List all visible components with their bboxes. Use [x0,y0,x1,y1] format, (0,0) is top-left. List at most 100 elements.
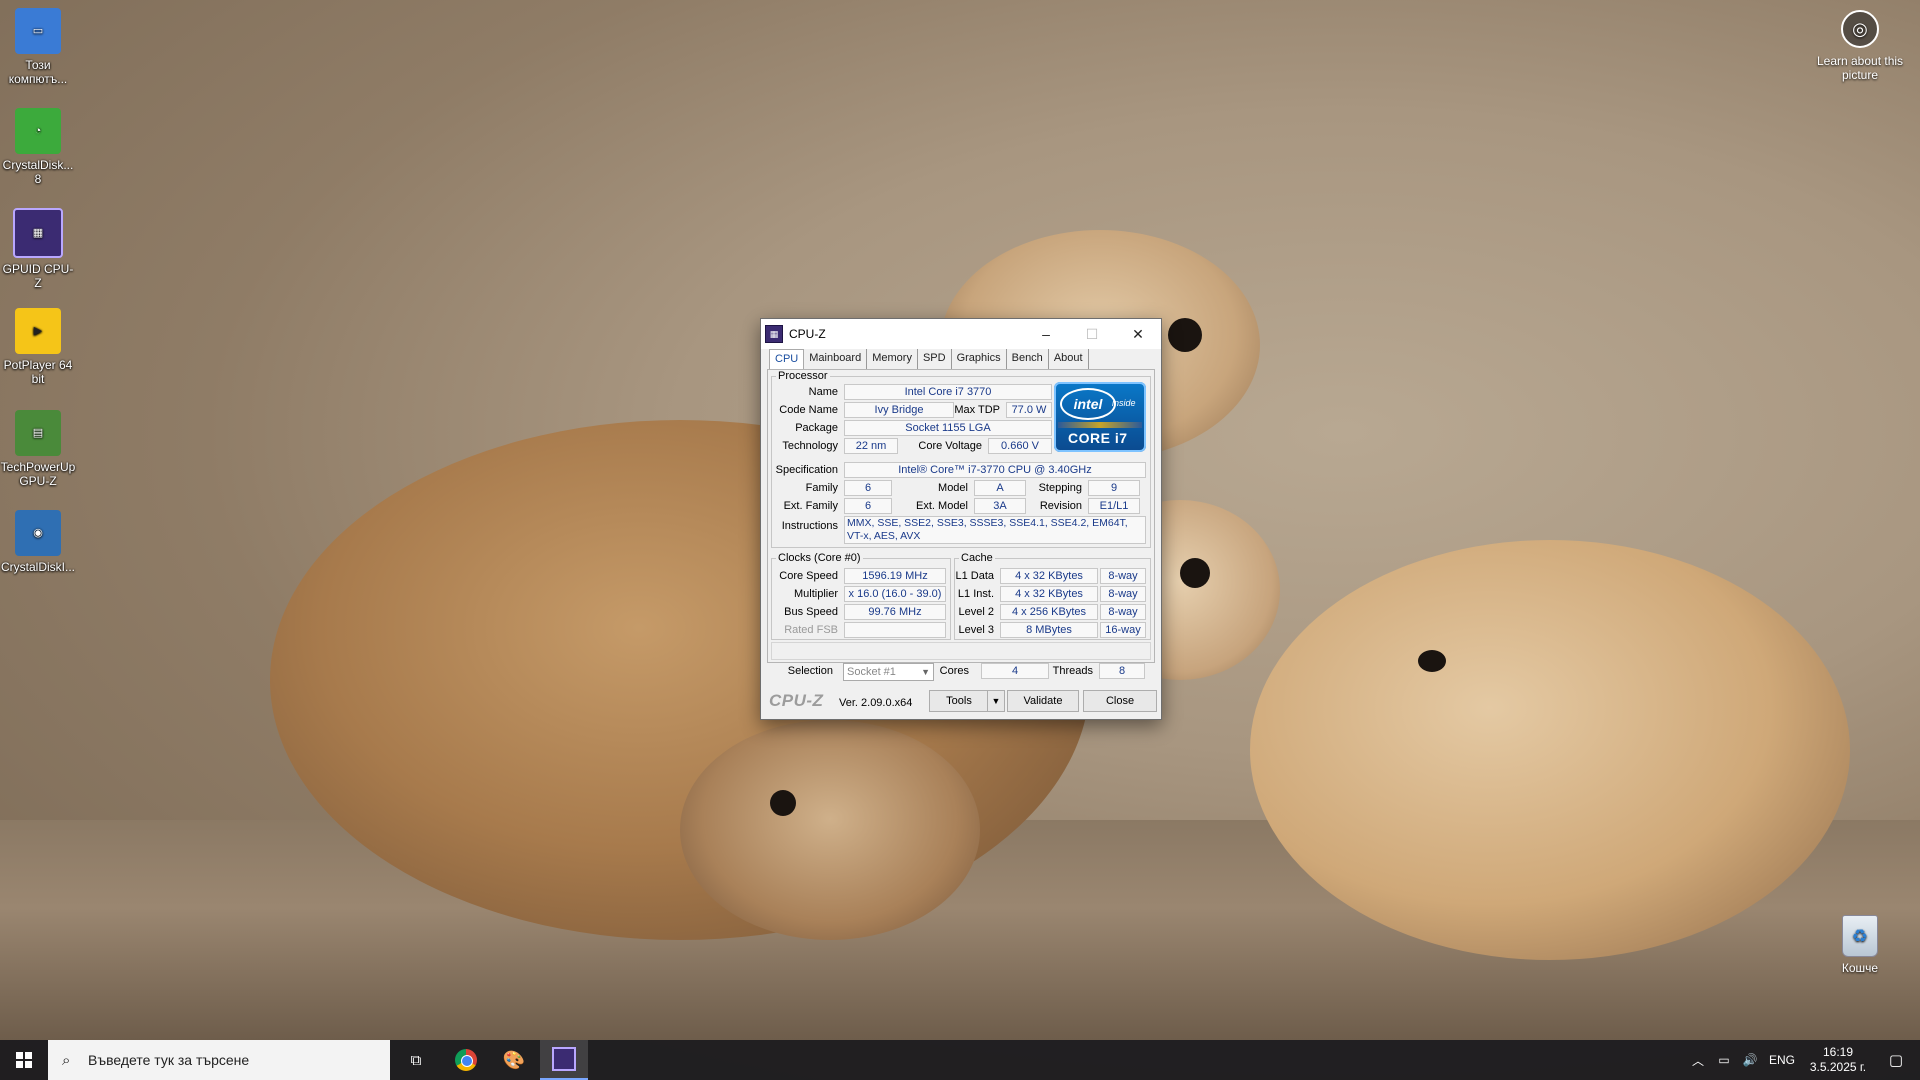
learn-about-label: Learn about this picture [1816,54,1904,82]
threads-value: 8 [1099,663,1145,679]
window-titlebar[interactable]: ▦ CPU-Z – ☐ ✕ [761,319,1161,349]
tab-cpu[interactable]: CPU [769,349,805,370]
learn-about-picture[interactable]: ◎ Learn about this picture [1810,10,1910,82]
desktop-icon-cpuz[interactable]: ▦ GPUID CPU-Z [0,208,76,290]
corevoltage-label: Core Voltage [918,440,982,452]
tab-bench[interactable]: Bench [1007,349,1049,369]
network-icon: ▭ [1718,1053,1730,1067]
taskbar-chrome[interactable] [442,1040,490,1080]
specification-label: Specification [775,464,838,476]
desktop-icon-recycle-bin[interactable]: ♻ Кошче [1820,915,1900,975]
tab-about[interactable]: About [1049,349,1089,369]
desktop-icon-gpuz[interactable]: ▤ TechPowerUp GPU-Z [0,410,76,488]
close-button[interactable]: Close [1083,690,1157,712]
minimize-button[interactable]: – [1023,319,1069,349]
computer-icon: ▭ [15,8,61,54]
clock-date: 3.5.2025 г. [1809,1060,1867,1074]
tray-chevron[interactable]: ︿ [1686,1040,1710,1080]
specification-value: Intel® Core™ i7-3770 CPU @ 3.40GHz [844,462,1146,478]
notification-icon: ▢ [1888,1052,1904,1069]
tray-volume[interactable]: 🔊 [1738,1040,1762,1080]
close-window-button[interactable]: ✕ [1115,319,1161,349]
instructions-value: MMX, SSE, SSE2, SSE3, SSSE3, SSE4.1, SSE… [844,516,1146,544]
chevron-up-icon: ︿ [1691,1053,1704,1068]
wallpaper-meerkat-right [1250,540,1850,960]
selection-group [771,642,1151,660]
ratedfsb-label: Rated FSB [784,624,838,636]
desktop-icon-label: Този компютъ... [8,58,68,86]
l2-way: 8-way [1100,604,1146,620]
version-label: Ver. 2.09.0.x64 [839,697,913,709]
corespeed-label: Core Speed [779,570,838,582]
window-title: CPU-Z [789,327,826,341]
model-value: A [974,480,1026,496]
tools-dropdown-button[interactable]: ▼ [987,690,1005,712]
crystaldiskinfo-icon: ◔ [15,108,61,154]
gpuz-icon: ▤ [15,410,61,456]
l1inst-label: L1 Inst. [957,588,994,600]
corevoltage-value: 0.660 V [988,438,1052,454]
tab-spd[interactable]: SPD [918,349,952,369]
intel-core-i7-logo: intel inside CORE i7 [1054,382,1146,452]
tab-graphics[interactable]: Graphics [952,349,1007,369]
selection-label: Selection [787,665,833,677]
l1data-label: L1 Data [955,570,994,582]
tab-bar: CPU Mainboard Memory SPD Graphics Bench … [769,349,1089,370]
tools-button[interactable]: Tools [929,690,989,712]
search-icon: ⌕ [62,1051,71,1069]
window-footer: CPU-Z Ver. 2.09.0.x64 Tools ▼ Validate C… [761,685,1161,715]
technology-label: Technology [782,440,838,452]
potplayer-icon: ▶ [15,308,61,354]
cores-value: 4 [981,663,1049,679]
action-center-button[interactable]: ▢ [1876,1040,1916,1080]
desktop-icon-label: CrystalDiskI... [0,560,75,574]
maxtdp-value: 77.0 W [1006,402,1052,418]
maximize-button[interactable]: ☐ [1069,319,1115,349]
validate-button[interactable]: Validate [1007,690,1079,712]
family-label: Family [805,482,838,494]
extfamily-value: 6 [844,498,892,514]
tray-clock[interactable]: 16:19 3.5.2025 г. [1802,1040,1874,1080]
chevron-down-icon: ▼ [991,696,1001,706]
start-button[interactable] [0,1040,48,1080]
taskbar: ⌕ Въведете тук за търсене ⧉ 🎨 ︿ ▭ 🔊 ENG … [0,1040,1920,1080]
intel-logo-brand: intel [1060,388,1116,420]
family-value: 6 [844,480,892,496]
recycle-bin-icon: ♻ [1842,915,1878,957]
taskbar-paint[interactable]: 🎨 [490,1040,538,1080]
intel-logo-line: CORE i7 [1068,430,1128,446]
tray-language[interactable]: ENG [1764,1040,1800,1080]
threads-label: Threads [1052,665,1093,677]
package-label: Package [795,422,838,434]
chrome-icon [455,1049,477,1071]
wallpaper-eye-3 [1418,650,1446,672]
l1inst-way: 8-way [1100,586,1146,602]
desktop-icon-this-pc[interactable]: ▭ Този компютъ... [0,8,76,86]
task-view-button[interactable]: ⧉ [392,1040,440,1080]
tab-memory[interactable]: Memory [867,349,918,369]
desktop-icon-potplayer[interactable]: ▶ PotPlayer 64 bit [0,308,76,386]
multiplier-value: x 16.0 (16.0 - 39.0) [844,586,946,602]
taskbar-cpuz[interactable] [540,1040,588,1080]
revision-value: E1/L1 [1088,498,1140,514]
l2-label: Level 2 [958,606,994,618]
cpuz-app-icon: ▦ [765,325,783,343]
taskbar-search[interactable]: ⌕ Въведете тук за търсене [48,1040,390,1080]
desktop-icon-crystaldiskmark[interactable]: ◉ CrystalDiskI... [0,510,76,574]
desktop-icon-crystaldiskinfo[interactable]: ◔ CrystalDisk... 8 [0,108,76,186]
tab-mainboard[interactable]: Mainboard [804,349,868,369]
recycle-bin-label: Кошче [1841,961,1879,975]
intel-logo-inside: inside [1112,398,1136,408]
socket-select[interactable]: Socket #1 ▼ [843,663,934,681]
package-value: Socket 1155 LGA [844,420,1052,436]
tray-network[interactable]: ▭ [1712,1040,1736,1080]
search-placeholder: Въведете тук за търсене [88,1052,250,1068]
cpuz-icon: ▦ [13,208,63,258]
volume-icon: 🔊 [1742,1053,1758,1067]
clock-time: 16:19 [1822,1045,1854,1059]
paint-icon: 🎨 [502,1049,526,1070]
cache-legend: Cache [961,552,993,564]
l1data-way: 8-way [1100,568,1146,584]
socket-select-value: Socket #1 [847,666,896,678]
name-label: Name [808,386,838,398]
